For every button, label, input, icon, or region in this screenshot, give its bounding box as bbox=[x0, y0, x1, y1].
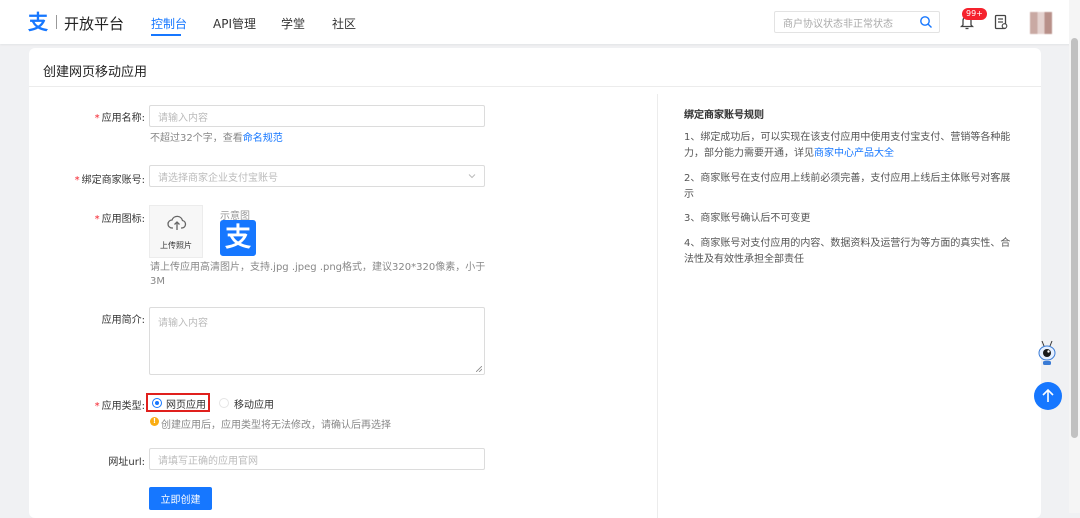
app-name-label: * 应用名称: bbox=[94, 113, 145, 124]
app-type-warning: 创建应用后，应用类型将无法修改，请确认后再选择 bbox=[161, 420, 391, 431]
merchant-account-input[interactable] bbox=[150, 168, 484, 189]
warning-icon: ! bbox=[150, 417, 159, 426]
assistant-mascot-icon[interactable] bbox=[1036, 340, 1058, 368]
nav-community[interactable]: 社区 bbox=[332, 15, 356, 32]
url-field bbox=[149, 448, 485, 472]
app-name-hint: 不超过32个字，查看命名规范 bbox=[150, 133, 283, 144]
active-nav-indicator bbox=[151, 34, 181, 36]
back-to-top-button[interactable] bbox=[1034, 382, 1062, 410]
search-icon[interactable] bbox=[919, 15, 933, 29]
column-divider bbox=[657, 94, 658, 518]
avatar[interactable] bbox=[1030, 12, 1052, 34]
radio-mobile-app-label[interactable]: 移动应用 bbox=[234, 396, 274, 411]
example-app-icon: 支 bbox=[220, 220, 256, 256]
merchant-products-link[interactable]: 商家中心产品大全 bbox=[814, 148, 894, 159]
url-label: 网址url: bbox=[108, 457, 145, 468]
merchant-account-select[interactable] bbox=[149, 165, 485, 189]
brand-name[interactable]: 开放平台 bbox=[64, 13, 124, 34]
upload-photo-label: 上传照片 bbox=[160, 241, 192, 250]
nav-academy[interactable]: 学堂 bbox=[281, 15, 305, 32]
radio-web-app-label[interactable]: 网页应用 bbox=[166, 396, 206, 411]
rule-item: 1、绑定成功后，可以实现在该支付应用中使用支付宝支付、营销等各种能力，部分能力需… bbox=[684, 132, 1011, 159]
app-intro-label: 应用简介: bbox=[101, 315, 145, 326]
cloud-upload-icon bbox=[167, 215, 187, 230]
nav-api-management[interactable]: API管理 bbox=[213, 15, 256, 32]
alipay-logo-icon[interactable]: 支 bbox=[28, 11, 50, 33]
document-icon[interactable] bbox=[994, 14, 1008, 30]
search-box bbox=[774, 11, 940, 35]
app-icon-label: * 应用图标: bbox=[94, 214, 145, 225]
rule-item: 3、商家账号确认后不可变更 bbox=[684, 213, 811, 224]
app-name-field bbox=[149, 105, 485, 129]
scrollbar-thumb[interactable] bbox=[1071, 38, 1078, 438]
page-title: 创建网页移动应用 bbox=[43, 65, 148, 80]
app-type-label: * 应用类型: bbox=[94, 401, 145, 412]
nav-console[interactable]: 控制台 bbox=[151, 15, 187, 32]
notification-badge: 99+ bbox=[962, 8, 987, 20]
title-divider bbox=[29, 86, 1041, 87]
app-icon-hint: 请上传应用高清图片，支持.jpg .jpeg .png格式，建议320*320像… bbox=[150, 262, 486, 287]
app-intro-field bbox=[149, 307, 485, 375]
upload-photo-button[interactable]: 上传照片 bbox=[149, 205, 203, 258]
rule-item: 2、商家账号在支付应用上线前必须完善，支付应用上线后主体账号对客展示 bbox=[684, 173, 1011, 200]
app-intro-textarea[interactable] bbox=[150, 308, 484, 374]
rules-title: 绑定商家账号规则 bbox=[684, 110, 764, 121]
radio-mobile-app[interactable] bbox=[219, 398, 229, 408]
logo-separator bbox=[56, 15, 57, 29]
page-scrollbar[interactable] bbox=[1069, 0, 1080, 513]
rule-item: 4、商家账号对支付应用的内容、数据资料及运营行为等方面的真实性、合法性及有效性承… bbox=[684, 238, 1011, 265]
naming-rules-link[interactable]: 命名规范 bbox=[243, 133, 283, 144]
search-input[interactable] bbox=[775, 14, 919, 35]
chevron-down-icon bbox=[468, 174, 476, 179]
create-app-card: 创建网页移动应用 *应用名称: 不超过32个字，查看命名规范 *绑定商家账号: … bbox=[29, 48, 1041, 518]
create-now-button[interactable]: 立即创建 bbox=[149, 487, 212, 510]
merchant-account-label: * 绑定商家账号: bbox=[74, 175, 145, 186]
top-navigation-bar: 支 开放平台 控制台 API管理 学堂 社区 99+ bbox=[0, 0, 1080, 44]
resize-handle-icon[interactable] bbox=[476, 366, 482, 372]
radio-web-app[interactable] bbox=[152, 398, 162, 408]
arrow-up-icon bbox=[1042, 388, 1054, 402]
url-input[interactable] bbox=[150, 451, 484, 472]
app-name-input[interactable] bbox=[150, 108, 484, 129]
